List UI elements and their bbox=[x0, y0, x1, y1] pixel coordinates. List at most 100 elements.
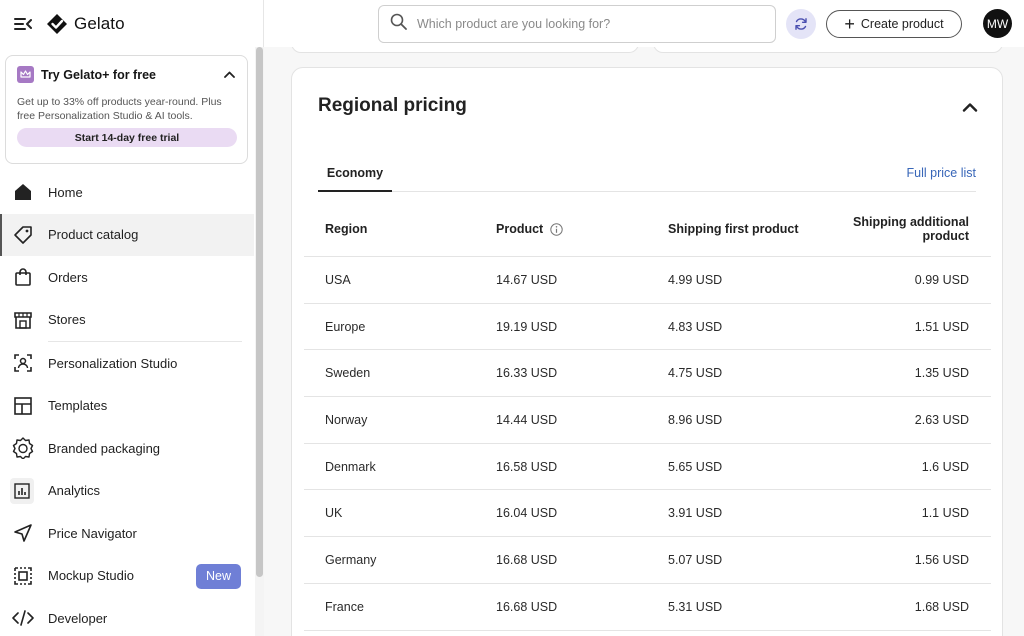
sidebar-item-label: Developer bbox=[48, 610, 108, 626]
storefront-icon bbox=[12, 309, 34, 331]
table-row: Germany 16.68 USD 5.07 USD 1.56 USD bbox=[304, 537, 991, 584]
sidebar-item-label: Mockup Studio bbox=[48, 568, 134, 584]
cell-shipping-first: 5.65 USD bbox=[668, 459, 723, 474]
sidebar-item-branded-packaging[interactable]: Branded packaging bbox=[0, 427, 254, 470]
refresh-icon bbox=[795, 18, 807, 30]
sidebar-item-label: Personalization Studio bbox=[48, 355, 178, 371]
sidebar-item-label: Branded packaging bbox=[48, 440, 161, 456]
top-bar: + Create product MW bbox=[264, 0, 1024, 47]
table-row: Denmark 16.58 USD 5.65 USD 1.6 USD bbox=[304, 444, 991, 491]
cell-product-price: 19.19 USD bbox=[496, 319, 558, 334]
avatar[interactable]: MW bbox=[983, 9, 1012, 38]
cell-shipping-additional: 1.68 USD bbox=[914, 599, 969, 614]
cell-product-price: 14.67 USD bbox=[496, 272, 558, 287]
chevron-up-icon[interactable] bbox=[960, 97, 980, 117]
shipping-tabs: Economy Full price list bbox=[318, 159, 976, 192]
cell-region: Denmark bbox=[325, 459, 376, 474]
chart-icon bbox=[10, 477, 34, 504]
column-header-shipping-additional: Shipping additional product bbox=[853, 215, 969, 243]
cell-region: Germany bbox=[325, 552, 377, 567]
gelato-plus-promo: Try Gelato+ for free Get up to 33% off p… bbox=[5, 55, 248, 164]
sidebar-item-label: Home bbox=[48, 184, 83, 200]
home-icon bbox=[12, 181, 34, 203]
create-product-label: Create product bbox=[860, 17, 944, 31]
sidebar-item-label: Stores bbox=[48, 312, 86, 328]
regional-pricing-card: Regional pricing Economy Full price list… bbox=[291, 67, 1003, 636]
sidebar-item-stores[interactable]: Stores bbox=[0, 299, 254, 342]
table-row: Norway 14.44 USD 8.96 USD 2.63 USD bbox=[304, 397, 991, 444]
sidebar-item-home[interactable]: Home bbox=[0, 171, 254, 214]
sync-button[interactable] bbox=[786, 9, 816, 39]
brand-name: Gelato bbox=[74, 14, 125, 33]
template-layout-icon bbox=[12, 395, 34, 417]
sidebar-item-developer[interactable]: Developer bbox=[0, 597, 254, 636]
mockup-frame-icon bbox=[12, 565, 34, 587]
column-header-shipping-first: Shipping first product bbox=[668, 222, 799, 236]
gelato-logo-icon bbox=[47, 14, 67, 34]
cell-product-price: 16.68 USD bbox=[496, 599, 558, 614]
promo-description: Get up to 33% off products year-round. P… bbox=[17, 96, 222, 122]
column-header-region: Region bbox=[325, 222, 368, 236]
tab-economy[interactable]: Economy bbox=[318, 159, 392, 192]
section-title: Regional pricing bbox=[318, 95, 467, 116]
cell-shipping-additional: 1.35 USD bbox=[914, 366, 969, 381]
sidebar-item-personalization-studio[interactable]: Personalization Studio bbox=[0, 342, 254, 385]
cell-shipping-additional: 0.99 USD bbox=[914, 272, 969, 287]
personalization-icon bbox=[12, 352, 34, 374]
sidebar-item-price-navigator[interactable]: Price Navigator bbox=[0, 512, 254, 555]
sidebar-item-label: Analytics bbox=[48, 483, 101, 499]
column-header-label: Product bbox=[496, 222, 544, 236]
cell-region: USA bbox=[325, 272, 351, 287]
cell-shipping-additional: 1.1 USD bbox=[921, 506, 969, 521]
crown-icon bbox=[17, 66, 34, 83]
cell-region: Europe bbox=[325, 319, 366, 334]
scrollbar-thumb[interactable] bbox=[256, 47, 263, 577]
column-header-product: Product bbox=[475, 222, 647, 236]
collapse-menu-icon[interactable] bbox=[12, 13, 34, 35]
table-row: Europe 19.19 USD 4.83 USD 1.51 USD bbox=[304, 304, 991, 351]
start-trial-button[interactable]: Start 14-day free trial bbox=[17, 128, 237, 147]
sidebar-item-product-catalog[interactable]: Product catalog bbox=[0, 213, 254, 256]
cell-shipping-additional: 1.51 USD bbox=[914, 319, 969, 334]
sidebar: Gelato Try Gelato+ for free Get up to 33… bbox=[0, 0, 264, 636]
sidebar-scrollbar[interactable] bbox=[255, 47, 264, 636]
badge-rosette-icon bbox=[12, 437, 34, 460]
cell-shipping-first: 8.96 USD bbox=[668, 412, 723, 427]
search-box[interactable] bbox=[378, 5, 776, 43]
cell-shipping-additional: 1.56 USD bbox=[914, 552, 969, 567]
cell-shipping-first: 5.31 USD bbox=[668, 599, 723, 614]
sidebar-item-orders[interactable]: Orders bbox=[0, 256, 254, 299]
new-badge: New bbox=[195, 563, 241, 589]
main-content: Regional pricing Economy Full price list… bbox=[264, 47, 1024, 636]
cell-shipping-first: 4.83 USD bbox=[668, 319, 723, 334]
sidebar-item-label: Product catalog bbox=[48, 227, 139, 243]
info-icon[interactable] bbox=[550, 222, 563, 236]
sidebar-item-label: Price Navigator bbox=[48, 525, 137, 541]
navigation-arrow-icon bbox=[12, 522, 34, 544]
regional-pricing-table: Region Product Shipping first product Sh… bbox=[304, 202, 991, 631]
cell-shipping-first: 5.07 USD bbox=[668, 552, 723, 567]
shopping-bag-icon bbox=[12, 266, 34, 288]
cell-region: Norway bbox=[325, 412, 368, 427]
gelato-logo[interactable]: Gelato bbox=[46, 13, 125, 35]
cell-product-price: 16.68 USD bbox=[496, 552, 558, 567]
plus-icon: + bbox=[844, 14, 855, 34]
cell-shipping-additional: 1.6 USD bbox=[921, 459, 969, 474]
search-input[interactable] bbox=[417, 17, 747, 31]
card-above-left bbox=[291, 47, 639, 53]
sidebar-item-mockup-studio[interactable]: Mockup Studio New bbox=[0, 555, 254, 598]
sidebar-item-templates[interactable]: Templates bbox=[0, 385, 254, 428]
sidebar-item-analytics[interactable]: Analytics bbox=[0, 470, 254, 513]
full-price-list-link[interactable]: Full price list bbox=[907, 166, 976, 180]
table-header: Region Product Shipping first product Sh… bbox=[304, 202, 991, 257]
promo-title: Try Gelato+ for free bbox=[41, 67, 156, 82]
cell-shipping-first: 4.99 USD bbox=[668, 272, 723, 287]
code-icon bbox=[12, 607, 34, 629]
table-row: UK 16.04 USD 3.91 USD 1.1 USD bbox=[304, 490, 991, 538]
create-product-button[interactable]: + Create product bbox=[826, 10, 962, 38]
table-row: France 16.68 USD 5.31 USD 1.68 USD bbox=[304, 584, 991, 631]
search-icon bbox=[390, 13, 407, 35]
cell-region: Sweden bbox=[325, 366, 371, 381]
cell-shipping-additional: 2.63 USD bbox=[914, 412, 969, 427]
chevron-up-icon[interactable] bbox=[222, 68, 236, 82]
